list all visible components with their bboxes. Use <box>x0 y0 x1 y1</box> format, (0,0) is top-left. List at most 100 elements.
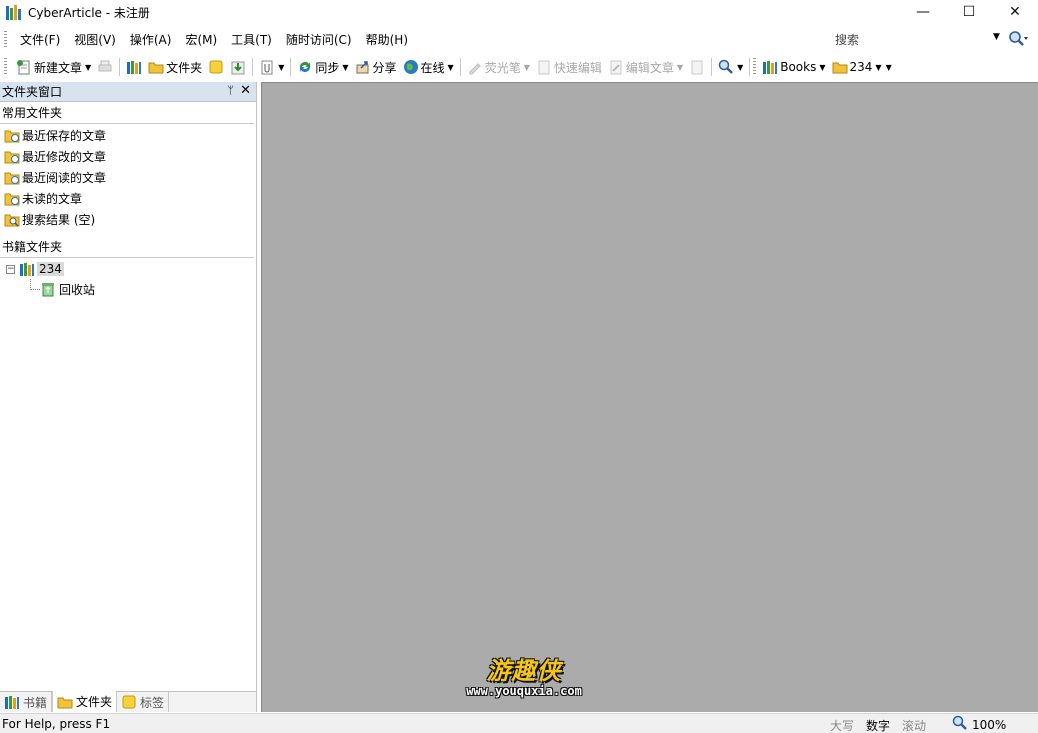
minimize-button[interactable]: — <box>900 0 946 24</box>
pin-icon[interactable]: ᛘ <box>227 84 234 97</box>
chevron-down-icon[interactable]: ▼ <box>819 63 825 72</box>
tree-node-label: 回收站 <box>59 282 96 297</box>
list-item-label: 最近阅读的文章 <box>22 171 107 185</box>
special-folder-icon <box>4 128 20 144</box>
zoom-control[interactable]: 100% <box>952 715 1006 733</box>
menu-view[interactable]: 视图(V) <box>67 29 123 51</box>
status-bar: For Help, press F1 大写 数字 滚动 100% <box>0 713 1038 733</box>
online-button[interactable]: 在线 ▼ <box>400 56 457 78</box>
toolbar-separator <box>711 58 713 76</box>
tree-node-label: 234 <box>37 262 64 276</box>
list-item[interactable]: 最近修改的文章 <box>0 146 256 167</box>
close-icon[interactable]: ✕ <box>240 83 251 98</box>
quick-edit-label: 快速编辑 <box>553 60 602 75</box>
special-folder-icon <box>4 170 20 186</box>
share-icon <box>355 59 371 75</box>
search-dropdown-icon[interactable]: ▼ <box>993 32 1000 42</box>
chevron-down-icon[interactable]: ▼ <box>875 63 881 72</box>
list-item[interactable]: 最近阅读的文章 <box>0 167 256 188</box>
chevron-down-icon[interactable]: ▼ <box>677 63 683 72</box>
book-tree: − 234 回收站 <box>0 258 256 299</box>
recycle-bin-icon <box>40 281 56 297</box>
quick-edit-button[interactable]: 快速编辑 <box>533 56 605 78</box>
menu-action[interactable]: 操作(A) <box>123 29 179 51</box>
page-button[interactable] <box>686 56 708 78</box>
chevron-down-icon[interactable]: ▼ <box>524 63 530 72</box>
new-article-label: 新建文章 <box>34 60 83 75</box>
edit-article-icon <box>608 59 624 75</box>
toolbar-overflow-icon[interactable]: ▼ <box>886 63 892 72</box>
list-item[interactable]: 未读的文章 <box>0 188 256 209</box>
tab-folders[interactable]: 文件夹 <box>52 691 118 712</box>
print-button[interactable] <box>94 56 116 78</box>
books-icon <box>126 59 142 75</box>
folder-dropdown[interactable]: 234 ▼ <box>829 56 885 78</box>
close-button[interactable]: ✕ <box>992 0 1038 24</box>
tab-tags[interactable]: 标签 <box>117 692 170 712</box>
toolbar-grip[interactable] <box>4 58 7 76</box>
tab-books-label: 书籍 <box>23 695 48 710</box>
caps-lock-indicator: 大写 <box>830 719 855 733</box>
toolbar-separator <box>290 58 292 76</box>
common-folders-title: 常用文件夹 <box>0 102 254 124</box>
watermark-logo: 游趣侠 www.youquxia.com <box>444 651 604 698</box>
tree-node-recycle-bin[interactable]: 回收站 <box>0 279 256 299</box>
tree-collapse-icon[interactable]: − <box>6 264 15 274</box>
menu-bar: 文件(F) 视图(V) 操作(A) 宏(M) 工具(T) 随时访问(C) 帮助(… <box>0 27 1038 52</box>
chevron-down-icon[interactable]: ▼ <box>448 63 454 72</box>
online-label: 在线 <box>420 60 445 75</box>
menu-macro[interactable]: 宏(M) <box>178 29 224 51</box>
tab-books[interactable]: 书籍 <box>0 692 53 712</box>
pane-tabs: 书籍 文件夹 标签 <box>0 691 256 712</box>
folder-button[interactable]: 文件夹 <box>145 56 205 78</box>
download-button[interactable] <box>227 56 249 78</box>
quick-edit-icon <box>536 59 552 75</box>
zoom-value: 100% <box>972 717 1007 732</box>
main-content-area[interactable]: 游趣侠 www.youquxia.com <box>261 82 1038 712</box>
chevron-down-icon[interactable]: ▼ <box>85 63 91 72</box>
folder-icon <box>832 59 848 75</box>
maximize-button[interactable]: ☐ <box>946 0 992 24</box>
toolbar-grip[interactable] <box>753 58 757 76</box>
folder-window: 文件夹窗口 ᛘ ✕ 常用文件夹 最近保存的文章 最近修改的文章 最近阅读的文章 … <box>0 82 257 712</box>
list-item[interactable]: 最近保存的文章 <box>0 125 256 146</box>
edit-article-button[interactable]: 编辑文章 ▼ <box>605 56 686 78</box>
watermark-url: www.youquxia.com <box>466 684 582 698</box>
find-button[interactable]: ▼ <box>715 56 746 78</box>
toolbar-overflow-icon[interactable]: ▼ <box>737 63 743 72</box>
books-label: Books <box>780 60 817 74</box>
paperclip-icon <box>259 59 275 75</box>
globe-icon <box>403 59 419 75</box>
share-button[interactable]: 分享 <box>352 56 400 78</box>
search-input[interactable]: 搜索 <box>835 31 859 48</box>
list-item-label: 搜索结果 (空) <box>22 213 96 227</box>
edit-article-label: 编辑文章 <box>625 60 674 75</box>
sync-button[interactable]: 同步 ▼ <box>294 56 351 78</box>
list-item-label: 未读的文章 <box>22 192 83 206</box>
status-help-text: For Help, press F1 <box>2 716 111 731</box>
menubar-grip[interactable] <box>4 30 7 49</box>
list-item[interactable]: 搜索结果 (空) <box>0 209 256 230</box>
chevron-down-icon[interactable]: ▼ <box>342 63 348 72</box>
attach-button[interactable]: ▼ <box>256 56 287 78</box>
books-dropdown[interactable]: Books ▼ <box>759 56 828 78</box>
highlighter-button[interactable]: 荧光笔 ▼ <box>464 56 533 78</box>
folder-icon <box>148 59 164 75</box>
page-icon <box>689 59 705 75</box>
main-toolbar: 新建文章 ▼ 文件夹 ▼ 同步 ▼ 分享 在线 ▼ 荧光笔 ▼ 快速编辑 编辑文… <box>0 54 1038 80</box>
new-article-button[interactable]: 新建文章 ▼ <box>13 56 94 78</box>
folder-label: 文件夹 <box>166 60 203 75</box>
special-folder-icon <box>4 149 20 165</box>
menu-file[interactable]: 文件(F) <box>13 29 67 51</box>
menu-anytime-access[interactable]: 随时访问(C) <box>279 29 359 51</box>
search-icon[interactable] <box>1008 30 1028 51</box>
sync-label: 同步 <box>315 60 340 75</box>
menu-help[interactable]: 帮助(H) <box>359 29 415 51</box>
library-button[interactable] <box>123 56 145 78</box>
download-icon <box>230 59 246 75</box>
chevron-down-icon[interactable]: ▼ <box>278 63 284 72</box>
menu-tools[interactable]: 工具(T) <box>224 29 279 51</box>
magnifier-icon <box>718 59 734 75</box>
tree-node-root[interactable]: − 234 <box>0 259 256 279</box>
note-button[interactable] <box>205 56 227 78</box>
